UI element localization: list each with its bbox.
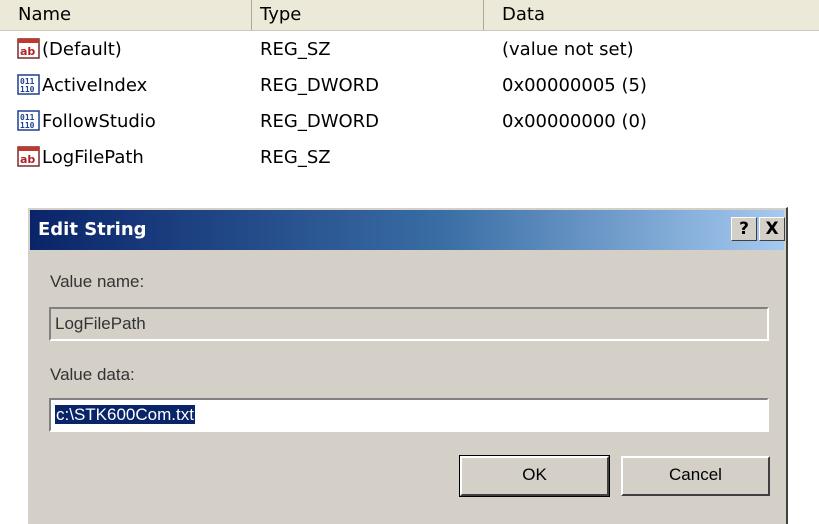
value-name: ActiveIndex [42,75,148,96]
value-name: FollowStudio [42,111,156,132]
value-data-input[interactable]: c:\STK600Com.txt [49,398,769,432]
list-item[interactable]: 011 110 FollowStudio REG_DWORD 0x0000000… [0,104,819,140]
list-item[interactable]: 011 110 ActiveIndex REG_DWORD 0x00000005… [0,68,819,104]
ok-button[interactable]: OK [459,455,610,497]
value-data: (value not set) [502,39,634,60]
svg-text:ab: ab [20,153,35,166]
value-name: LogFilePath [42,147,144,168]
selected-text: c:\STK600Com.txt [55,405,195,424]
svg-text:110: 110 [20,121,35,130]
value-type: REG_SZ [260,39,331,60]
value-type: REG_DWORD [260,75,380,96]
list-item[interactable]: ab (Default) REG_SZ (value not set) [0,32,819,68]
value-data: 0x00000005 (5) [502,75,647,96]
string-value-icon: ab [17,146,40,167]
svg-text:ab: ab [20,45,35,58]
binary-value-icon: 011 110 [17,110,40,131]
close-button[interactable]: X [759,217,785,241]
value-data: 0x00000000 (0) [502,111,647,132]
cancel-button[interactable]: Cancel [621,456,770,496]
dialog-title-bar[interactable]: Edit String ? X [30,210,785,250]
value-name-field: LogFilePath [49,307,769,341]
column-header-data[interactable]: Data [484,0,819,30]
help-button[interactable]: ? [731,217,757,241]
value-name: (Default) [42,39,122,60]
dialog-title: Edit String [38,219,147,240]
value-name-label: Value name: [50,272,145,291]
column-header-type[interactable]: Type [252,0,484,30]
binary-value-icon: 011 110 [17,74,40,95]
edit-string-dialog: Edit String ? X Value name: LogFilePath … [27,207,788,524]
registry-value-list: Name Type Data ab (Default) REG_SZ (valu… [0,0,819,195]
value-type: REG_DWORD [260,111,380,132]
list-header: Name Type Data [0,0,819,31]
svg-text:110: 110 [20,85,35,94]
column-header-name[interactable]: Name [0,0,252,30]
list-item[interactable]: ab LogFilePath REG_SZ [0,140,819,176]
string-value-icon: ab [17,38,40,59]
value-type: REG_SZ [260,147,331,168]
value-data-label: Value data: [50,365,135,384]
